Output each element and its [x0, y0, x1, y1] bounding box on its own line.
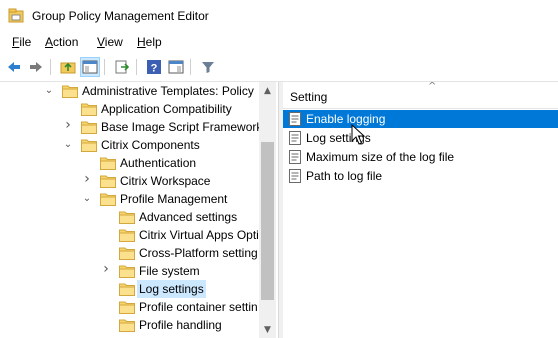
- tree-item-label: Profile Management: [120, 192, 228, 206]
- tree-item-label: File system: [139, 264, 200, 278]
- tree-item-label: Advanced settings: [139, 210, 238, 224]
- tree-item-label: Profile container settin: [139, 300, 258, 314]
- policy-setting-icon: [289, 169, 301, 183]
- tree-item[interactable]: Profile handling: [0, 316, 260, 334]
- help-icon[interactable]: ?: [144, 57, 164, 77]
- folder-icon: [119, 301, 135, 314]
- toolbar-separator: [104, 59, 105, 75]
- tree-item-label: Base Image Script Framework: [101, 120, 263, 134]
- toolbar-separator: [190, 59, 191, 75]
- tree-item[interactable]: Application Compatibility: [0, 100, 260, 118]
- setting-column-header[interactable]: ^ Setting: [283, 82, 558, 109]
- folder-icon: [119, 283, 135, 296]
- policy-setting-icon: [289, 131, 301, 145]
- folder-icon: [100, 175, 116, 188]
- collapse-chevron-icon[interactable]: ⌄: [82, 193, 92, 205]
- folder-icon: [81, 103, 97, 116]
- tree-item-label: Log settings: [137, 280, 206, 298]
- setting-row[interactable]: Log settings: [283, 129, 558, 147]
- menu-action[interactable]: Action: [43, 34, 80, 50]
- tree-item[interactable]: › Base Image Script Framework: [0, 118, 262, 136]
- show-hide-tree-icon[interactable]: [80, 57, 100, 77]
- menu-view[interactable]: View: [95, 34, 125, 50]
- window-title: Group Policy Management Editor: [32, 9, 209, 23]
- svg-text:?: ?: [151, 63, 158, 75]
- scrollbar-thumb[interactable]: [261, 142, 274, 300]
- tree-item-label: Application Compatibility: [101, 102, 232, 116]
- scroll-down-arrow-icon[interactable]: ▼: [259, 321, 276, 338]
- column-header-label: Setting: [290, 90, 328, 104]
- tree-item[interactable]: Advanced settings: [0, 208, 260, 226]
- expand-chevron-icon[interactable]: ›: [63, 118, 73, 132]
- tree-item-label: Citrix Components: [101, 138, 200, 152]
- tree-item-label: Cross-Platform setting: [139, 246, 258, 260]
- tree-item[interactable]: Citrix Virtual Apps Opti: [0, 226, 260, 244]
- setting-row[interactable]: Enable logging: [283, 110, 558, 128]
- mouse-cursor-icon: [351, 124, 365, 145]
- settings-pane: ^ Setting Enable logging Log settings Maxi…: [283, 82, 558, 338]
- collapse-chevron-icon[interactable]: ⌄: [63, 139, 73, 151]
- folder-icon: [100, 193, 116, 206]
- setting-label: Path to log file: [306, 169, 383, 183]
- tree-item[interactable]: Cross-Platform setting: [0, 244, 260, 262]
- setting-label: Maximum size of the log file: [306, 150, 455, 164]
- tree-vertical-scrollbar[interactable]: ▲ ▼: [259, 82, 276, 338]
- folder-icon: [100, 157, 116, 170]
- forward-arrow-icon[interactable]: [26, 57, 46, 77]
- tree-item-label: Citrix Virtual Apps Opti: [139, 228, 259, 242]
- menu-file[interactable]: File: [10, 34, 33, 50]
- tree-item[interactable]: ⌄ Profile Management: [0, 190, 260, 208]
- folder-icon: [119, 247, 135, 260]
- setting-row[interactable]: Maximum size of the log file: [283, 148, 558, 166]
- folder-icon: [119, 319, 135, 332]
- folder-icon: [62, 85, 78, 98]
- expand-chevron-icon[interactable]: ›: [82, 172, 92, 186]
- folder-icon: [119, 211, 135, 224]
- policy-setting-icon: [289, 112, 301, 126]
- tree-item[interactable]: Log settings: [0, 280, 260, 298]
- properties-pane-icon[interactable]: [166, 57, 186, 77]
- tree-item[interactable]: ⌄ Citrix Components: [0, 136, 260, 154]
- group-policy-app-icon: [8, 8, 24, 23]
- filter-icon[interactable]: [198, 57, 218, 77]
- folder-icon: [81, 121, 97, 134]
- menu-help[interactable]: Help: [135, 34, 164, 50]
- setting-row[interactable]: Path to log file: [283, 167, 558, 185]
- folder-icon: [81, 139, 97, 152]
- tree-item[interactable]: ⌄ Administrative Templates: Policy: [0, 82, 260, 100]
- toolbar-separator: [136, 59, 137, 75]
- sort-ascending-icon: ^: [428, 82, 437, 92]
- toolbar: ?: [0, 53, 558, 82]
- tree-item[interactable]: › Citrix Workspace: [0, 172, 260, 190]
- title-bar: Group Policy Management Editor: [0, 0, 558, 32]
- tree-item[interactable]: › File system: [0, 262, 260, 280]
- folder-icon: [119, 229, 135, 242]
- tree-item-label: Profile handling: [139, 318, 222, 332]
- setting-label: Enable logging: [306, 112, 386, 126]
- tree-item-label: Authentication: [120, 156, 197, 170]
- up-folder-icon[interactable]: [58, 57, 78, 77]
- toolbar-separator: [50, 59, 51, 75]
- tree-item-label: Citrix Workspace: [120, 174, 211, 188]
- menu-bar: File Action View Help: [0, 32, 558, 52]
- expand-chevron-icon[interactable]: ›: [101, 262, 111, 276]
- collapse-chevron-icon[interactable]: ⌄: [44, 85, 54, 97]
- back-arrow-icon[interactable]: [4, 57, 24, 77]
- tree-pane[interactable]: ⌄ Administrative Templates: Policy Applica…: [0, 82, 278, 338]
- tree-item[interactable]: Authentication: [0, 154, 260, 172]
- tree-item[interactable]: Profile container settin: [0, 298, 260, 316]
- policy-setting-icon: [289, 150, 301, 164]
- export-list-icon[interactable]: [112, 57, 132, 77]
- folder-icon: [119, 265, 135, 278]
- scroll-up-arrow-icon[interactable]: ▲: [259, 82, 276, 99]
- tree-item-label: Administrative Templates: Policy: [82, 84, 254, 98]
